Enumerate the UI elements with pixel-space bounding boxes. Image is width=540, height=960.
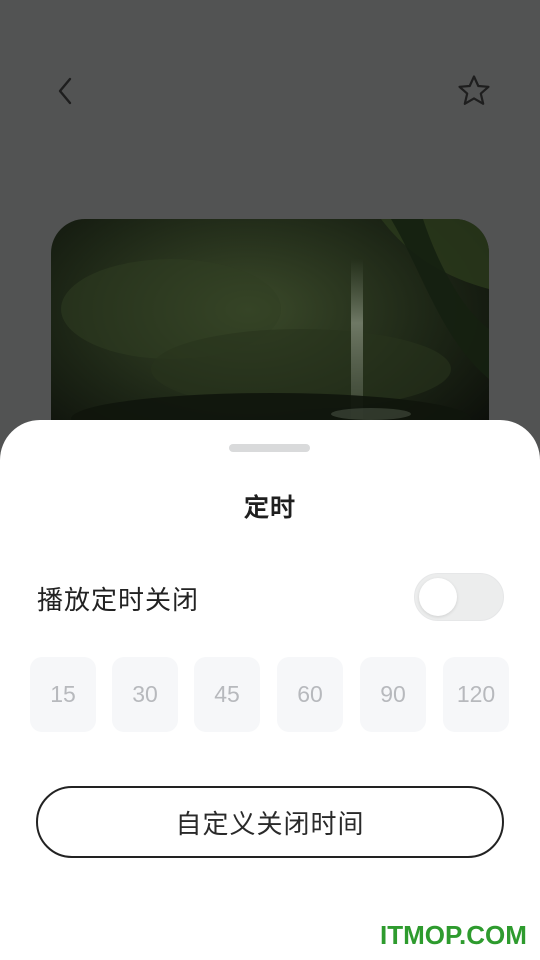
timer-option-90[interactable]: 90 — [360, 657, 426, 732]
timer-option-30[interactable]: 30 — [112, 657, 178, 732]
watermark-text: ITMOP.COM — [380, 920, 527, 950]
favorite-button[interactable] — [452, 69, 496, 113]
timer-toggle-label: 播放定时关闭 — [37, 586, 200, 616]
custom-close-time-button[interactable]: 自定义关闭时间 — [36, 786, 504, 858]
timer-toggle-switch[interactable] — [414, 573, 504, 621]
timer-option-60[interactable]: 60 — [277, 657, 343, 732]
star-outline-icon — [458, 75, 490, 105]
sheet-drag-handle[interactable] — [229, 444, 310, 452]
sheet-title: 定时 — [243, 493, 296, 522]
timer-bottom-sheet: 定时 播放定时关闭 15 30 45 60 90 120 自定义关闭时间 ITM… — [0, 420, 540, 960]
timer-option-15[interactable]: 15 — [30, 657, 96, 732]
timer-option-45[interactable]: 45 — [194, 657, 260, 732]
chevron-left-icon — [58, 77, 72, 105]
timer-option-120[interactable]: 120 — [443, 657, 509, 732]
back-button[interactable] — [44, 70, 86, 112]
toggle-knob — [419, 578, 457, 616]
